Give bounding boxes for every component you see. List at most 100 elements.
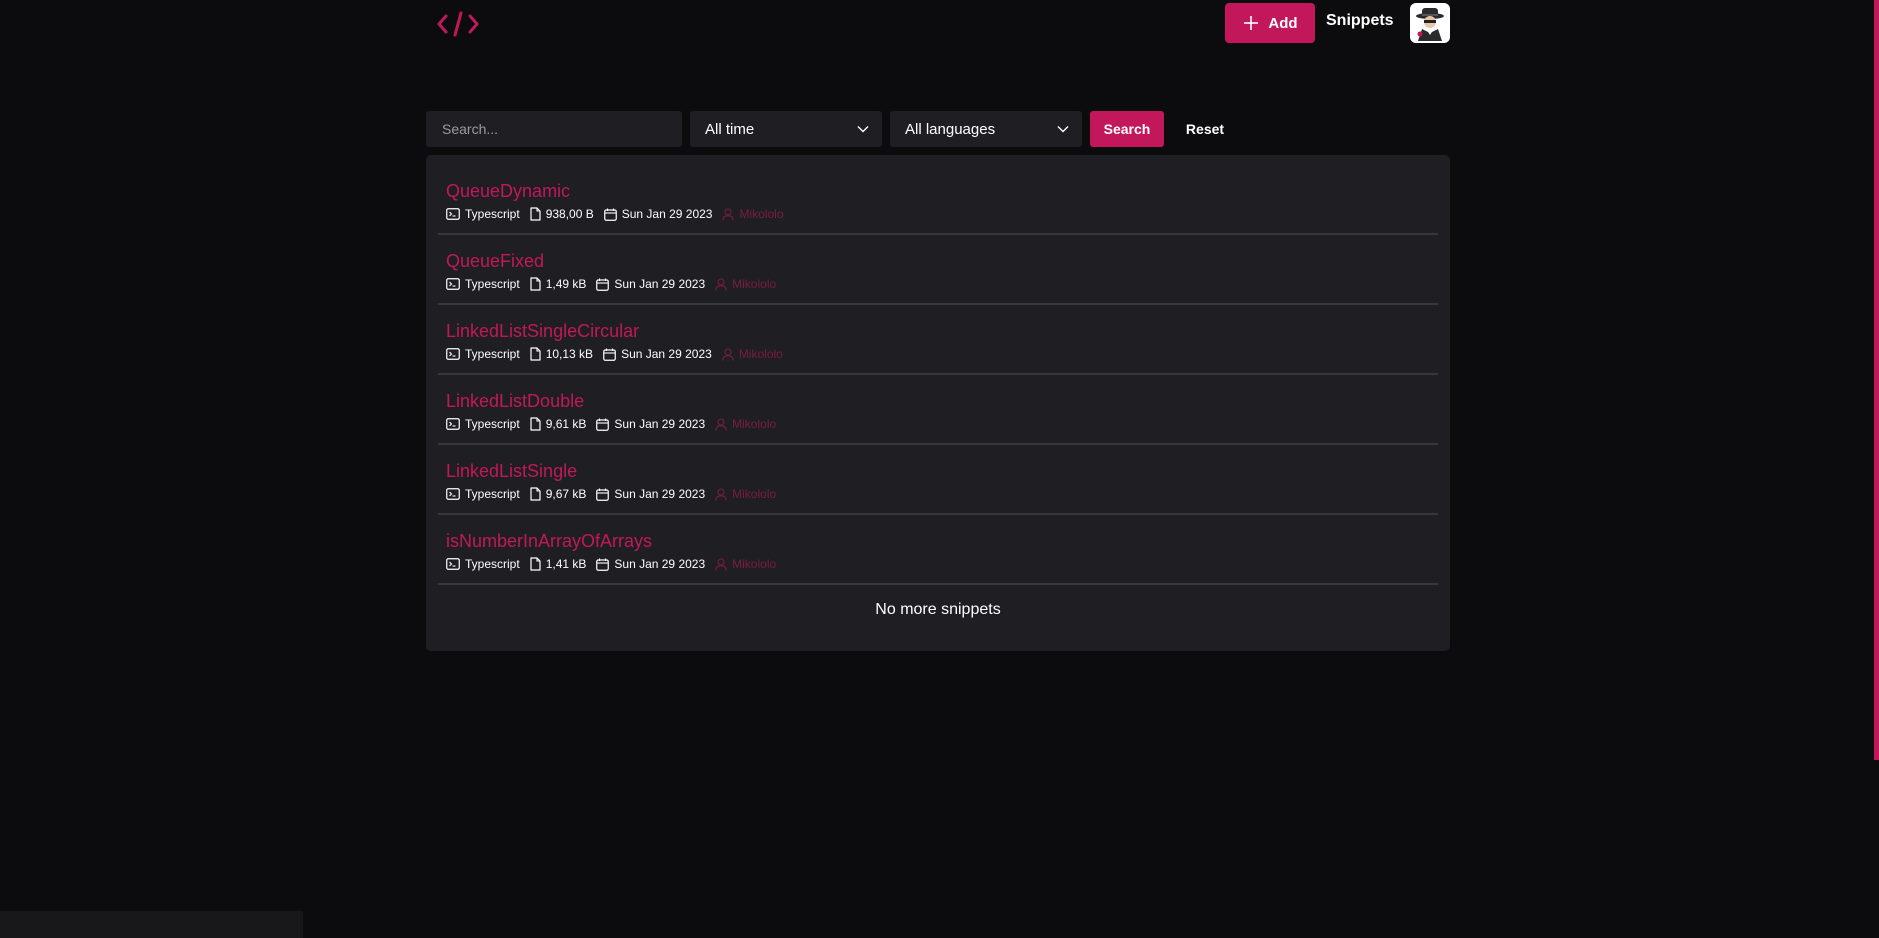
snippet-author-label: Mikololo [732, 417, 777, 431]
snippets-list: QueueDynamic Typescript 938,00 B Sun Jan… [438, 165, 1438, 585]
snippet-size-label: 1,49 kB [545, 277, 587, 291]
snippet-title-link[interactable]: QueueDynamic [446, 180, 1438, 202]
add-snippet-button[interactable]: Add [1225, 3, 1315, 43]
snippet-author-label: Mikololo [732, 557, 777, 571]
snippet-title-link[interactable]: LinkedListDouble [446, 390, 1438, 412]
snippet-size: 938,00 B [530, 207, 594, 221]
file-icon [530, 487, 541, 501]
snippet-date: Sun Jan 29 2023 [596, 417, 705, 431]
snippet-date-label: Sun Jan 29 2023 [621, 207, 713, 221]
snippet-meta: Typescript 1,49 kB Sun Jan 29 2023 Mikol… [446, 276, 1438, 292]
user-icon [722, 347, 734, 361]
snippet-size-label: 10,13 kB [545, 347, 594, 361]
snippet-date: Sun Jan 29 2023 [603, 207, 713, 221]
no-more-snippets-text: No more snippets [875, 601, 1001, 618]
snippet-title-link[interactable]: isNumberInArrayOfArrays [446, 530, 1438, 552]
user-icon [722, 207, 735, 221]
bottom-status-strip [0, 911, 303, 938]
snippet-title-link[interactable]: LinkedListSingleCircular [446, 320, 1438, 342]
snippet-meta: Typescript 9,61 kB Sun Jan 29 2023 Mikol… [446, 416, 1438, 432]
snippet-list-item: LinkedListDouble Typescript 9,61 kB Sun … [438, 375, 1438, 445]
file-icon [530, 557, 541, 571]
snippet-author[interactable]: Mikololo [722, 207, 784, 221]
file-icon [530, 347, 541, 361]
search-input[interactable] [426, 111, 682, 147]
snippet-author[interactable]: Mikololo [722, 347, 783, 361]
snippet-date-label: Sun Jan 29 2023 [614, 277, 706, 291]
snippet-author-label: Mikololo [739, 207, 784, 221]
spy-avatar-icon [1416, 8, 1444, 41]
snippet-language: Typescript [446, 347, 520, 361]
snippet-date-label: Sun Jan 29 2023 [614, 487, 706, 501]
snippets-panel: QueueDynamic Typescript 938,00 B Sun Jan… [426, 155, 1450, 651]
snippet-author-label: Mikololo [732, 277, 777, 291]
terminal-icon [446, 278, 460, 290]
app-page: Add Snippets All time All languages Sear… [0, 0, 1879, 938]
snippet-meta: Typescript 1,41 kB Sun Jan 29 2023 Mikol… [446, 556, 1438, 572]
snippet-title-link[interactable]: QueueFixed [446, 250, 1438, 272]
snippet-meta: Typescript 10,13 kB Sun Jan 29 2023 Miko… [446, 346, 1438, 362]
user-icon [715, 417, 727, 431]
snippet-author[interactable]: Mikololo [715, 277, 776, 291]
calendar-icon [596, 488, 610, 501]
terminal-icon [446, 348, 460, 360]
snippet-date: Sun Jan 29 2023 [596, 557, 705, 571]
snippet-language-label: Typescript [465, 417, 520, 431]
user-icon [715, 277, 727, 291]
language-filter-select[interactable]: All languages [890, 111, 1082, 147]
user-icon [715, 487, 727, 501]
add-button-label: Add [1268, 14, 1298, 32]
snippet-size: 1,41 kB [530, 557, 587, 571]
calendar-icon [603, 208, 617, 221]
terminal-icon [446, 418, 460, 430]
snippet-language-label: Typescript [465, 557, 520, 571]
snippet-language-label: Typescript [465, 207, 520, 221]
snippet-date: Sun Jan 29 2023 [596, 277, 705, 291]
snippet-language: Typescript [446, 207, 520, 221]
user-avatar[interactable] [1410, 3, 1450, 43]
snippet-date-label: Sun Jan 29 2023 [614, 417, 706, 431]
terminal-icon [446, 488, 460, 500]
time-filter-value: All time [705, 120, 755, 138]
snippet-list-item: LinkedListSingleCircular Typescript 10,1… [438, 305, 1438, 375]
plus-icon [1244, 16, 1259, 30]
snippet-meta: Typescript 938,00 B Sun Jan 29 2023 Miko… [446, 206, 1438, 222]
calendar-icon [596, 558, 610, 571]
nav-snippets-link[interactable]: Snippets [1326, 12, 1394, 34]
snippet-language: Typescript [446, 557, 520, 571]
snippet-date-label: Sun Jan 29 2023 [621, 347, 712, 361]
snippet-author[interactable]: Mikololo [715, 487, 776, 501]
snippet-list-item: QueueDynamic Typescript 938,00 B Sun Jan… [438, 165, 1438, 235]
search-button[interactable]: Search [1090, 111, 1164, 147]
file-icon [530, 417, 541, 431]
snippet-language: Typescript [446, 417, 520, 431]
snippet-size-label: 938,00 B [545, 207, 594, 221]
snippet-size: 10,13 kB [530, 347, 593, 361]
terminal-icon [446, 208, 460, 220]
user-icon [715, 557, 727, 571]
snippet-language-label: Typescript [465, 277, 520, 291]
snippet-list-item: LinkedListSingle Typescript 9,67 kB Sun … [438, 445, 1438, 515]
snippet-size-label: 9,61 kB [545, 417, 587, 431]
snippet-title-link[interactable]: LinkedListSingle [446, 460, 1438, 482]
reset-button[interactable]: Reset [1172, 111, 1238, 147]
file-icon [530, 277, 541, 291]
snippet-author[interactable]: Mikololo [715, 557, 776, 571]
snippet-date: Sun Jan 29 2023 [603, 347, 712, 361]
snippet-size-label: 9,67 kB [545, 487, 587, 501]
snippet-date: Sun Jan 29 2023 [596, 487, 705, 501]
page-scrollbar[interactable] [1874, 0, 1879, 760]
snippet-date-label: Sun Jan 29 2023 [614, 557, 706, 571]
language-filter-value: All languages [905, 120, 996, 138]
calendar-icon [596, 418, 610, 431]
snippet-size: 9,67 kB [530, 487, 587, 501]
logo-code-icon[interactable] [433, 6, 483, 42]
snippet-size-label: 1,41 kB [545, 557, 587, 571]
snippet-author[interactable]: Mikololo [715, 417, 776, 431]
file-icon [530, 207, 541, 221]
snippet-language: Typescript [446, 487, 520, 501]
snippet-meta: Typescript 9,67 kB Sun Jan 29 2023 Mikol… [446, 486, 1438, 502]
chevron-down-icon [1057, 126, 1069, 133]
time-filter-select[interactable]: All time [690, 111, 882, 147]
snippet-author-label: Mikololo [732, 487, 777, 501]
